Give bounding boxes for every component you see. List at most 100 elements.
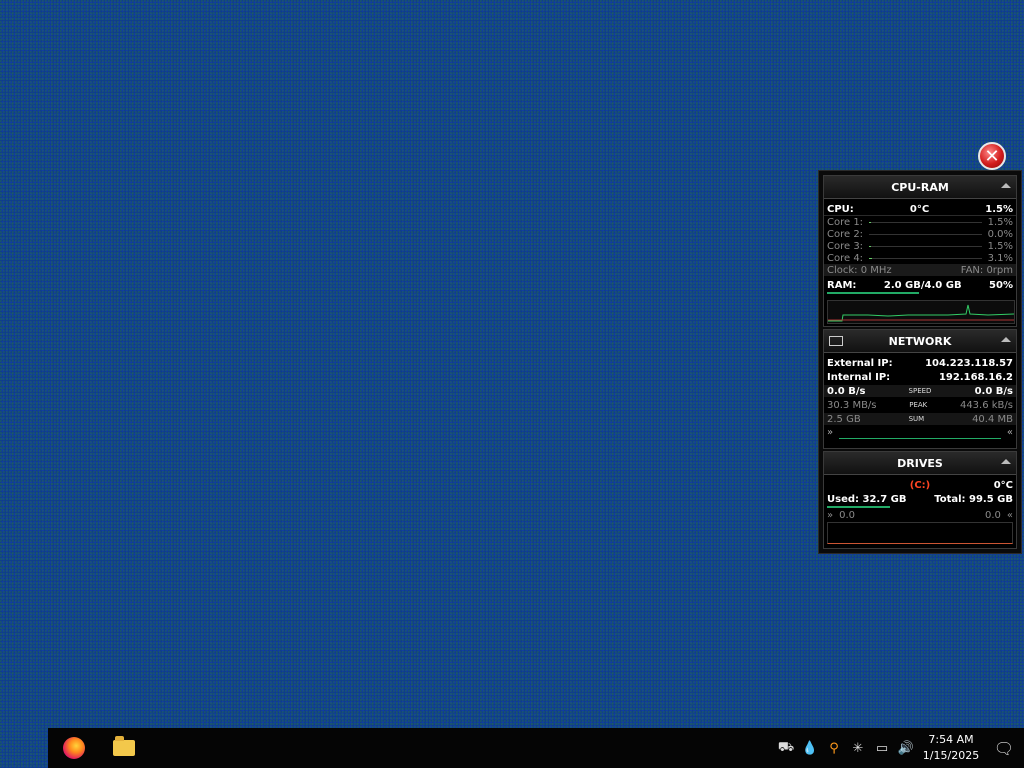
- core-row: Core 3: 1.5%: [824, 240, 1016, 252]
- drive-temp: 0°C: [993, 479, 1014, 491]
- core-row: Core 4: 3.1%: [824, 252, 1016, 264]
- system-tray: ⛟ 💧 ⚲ ✳ ▭ 🔊 7:54 AM 1/15/2025 🗨: [774, 728, 1024, 768]
- clock-time: 7:54 AM: [928, 733, 974, 746]
- drive-total: Total: 99.5 GB: [934, 493, 1013, 505]
- cpu-ram-header[interactable]: CPU-RAM: [824, 176, 1016, 199]
- speed-row: 0.0 B/s SPEED 0.0 B/s: [824, 385, 1016, 397]
- network-header[interactable]: NETWORK: [824, 330, 1016, 353]
- internal-ip-label: Internal IP:: [827, 371, 891, 383]
- external-ip-value[interactable]: 104.223.118.57: [925, 358, 1013, 369]
- sum-label: SUM: [908, 415, 925, 423]
- core-row: Core 1: 1.5%: [824, 216, 1016, 228]
- drive-read: 0.0: [839, 509, 856, 521]
- peak-down: 30.3 MB/s: [827, 399, 877, 411]
- cpu-history-graph: [827, 300, 1015, 324]
- cpu-label: CPU:: [827, 203, 854, 215]
- core-label: Core 1:: [827, 216, 864, 228]
- ram-value: 2.0 GB/4.0 GB: [883, 279, 962, 291]
- internal-ip-row: Internal IP: 192.168.16.2: [824, 371, 1016, 383]
- firefox-icon: [63, 737, 85, 759]
- sum-row: 2.5 GB SUM 40.4 MB: [824, 413, 1016, 425]
- ram-label: RAM:: [827, 279, 857, 291]
- sum-down: 2.5 GB: [827, 413, 861, 425]
- drives-header[interactable]: DRIVES: [824, 452, 1016, 475]
- droplet-icon[interactable]: 💧: [798, 728, 822, 768]
- taskbar: ⛟ 💧 ⚲ ✳ ▭ 🔊 7:54 AM 1/15/2025 🗨: [48, 728, 1024, 768]
- collapse-icon[interactable]: [1001, 183, 1011, 188]
- network-title: NETWORK: [888, 334, 952, 348]
- drive-usage-bar: [827, 506, 891, 508]
- network-icon[interactable]: ▭: [870, 728, 894, 768]
- peak-up: 443.6 kB/s: [959, 399, 1013, 411]
- cpu-row: CPU: 0°C 1.5%: [824, 203, 1016, 215]
- fan-speed: FAN: 0rpm: [960, 264, 1013, 276]
- volume-icon[interactable]: 🔊: [894, 728, 918, 768]
- drive-io-graph: [827, 522, 1013, 544]
- sum-up: 40.4 MB: [972, 413, 1013, 425]
- core-bar: [869, 257, 982, 259]
- file-explorer-taskbar-button[interactable]: [104, 728, 144, 768]
- drive-io-row: » 0.0 0.0 «: [824, 509, 1016, 521]
- collapse-icon[interactable]: [1001, 337, 1011, 342]
- core-bar: [869, 221, 982, 223]
- drive-read-icon: »: [827, 509, 834, 521]
- system-monitor-gadget: CPU-RAM CPU: 0°C 1.5% Core 1: 1.5% Core …: [818, 170, 1022, 554]
- ram-percent: 50%: [989, 279, 1013, 291]
- speed-up: 0.0 B/s: [974, 385, 1013, 397]
- core-label: Core 4:: [827, 252, 864, 264]
- notification-center-icon[interactable]: 🗨: [984, 728, 1024, 768]
- core-value: 1.5%: [987, 216, 1013, 228]
- external-ip-label: External IP:: [827, 357, 893, 369]
- external-ip-row: External IP: 104.223.118.57: [824, 357, 1016, 369]
- folder-icon: [113, 736, 135, 756]
- ram-usage-bar: [827, 292, 920, 294]
- clock-fan-row: Clock: 0 MHz FAN: 0rpm: [824, 264, 1016, 276]
- peak-row: 30.3 MB/s PEAK 443.6 kB/s: [824, 399, 1016, 411]
- core-value: 1.5%: [987, 240, 1013, 252]
- speed-label: SPEED: [908, 387, 932, 395]
- core-value: 3.1%: [987, 252, 1013, 264]
- drive-row: (C:) 0°C: [824, 479, 1016, 491]
- core-label: Core 3:: [827, 240, 864, 252]
- core-row: Core 2: 0.0%: [824, 228, 1016, 240]
- cpu-usage: 1.5%: [985, 203, 1013, 215]
- core-fill: [869, 245, 872, 247]
- core-bar: [869, 233, 982, 235]
- drives-section: DRIVES (C:) 0°C Used: 32.7 GB Total: 99.…: [823, 451, 1017, 549]
- search-magnifier-icon[interactable]: ⚲: [822, 728, 846, 768]
- download-arrow-icon: »: [827, 426, 834, 438]
- network-section: NETWORK External IP: 104.223.118.57 Inte…: [823, 329, 1017, 449]
- core-fill: [869, 221, 872, 223]
- ram-row: RAM: 2.0 GB/4.0 GB 50%: [824, 279, 1016, 291]
- drives-title: DRIVES: [897, 456, 943, 470]
- clock-date: 1/15/2025: [922, 749, 980, 762]
- monitor-icon: [829, 336, 843, 346]
- snowflake-icon[interactable]: ✳: [846, 728, 870, 768]
- close-icon: ✕: [984, 145, 1000, 167]
- drive-usage-row: Used: 32.7 GB Total: 99.5 GB: [824, 493, 1016, 505]
- internal-ip-value[interactable]: 192.168.16.2: [939, 372, 1013, 383]
- speed-down: 0.0 B/s: [827, 385, 866, 397]
- network-graph-row: » «: [824, 425, 1016, 439]
- core-value: 0.0%: [987, 228, 1013, 240]
- core-label: Core 2:: [827, 228, 864, 240]
- drive-write-icon: «: [1006, 509, 1013, 521]
- firefox-taskbar-button[interactable]: [54, 728, 94, 768]
- network-activity-bars: [839, 426, 1001, 439]
- upload-arrow-icon: «: [1006, 426, 1013, 438]
- drive-used: Used: 32.7 GB: [827, 493, 907, 505]
- clock[interactable]: 7:54 AM 1/15/2025: [918, 732, 984, 764]
- drive-write: 0.0: [984, 509, 1001, 521]
- cpu-temp: 0°C: [909, 203, 930, 215]
- cpu-graph-svg: [828, 304, 1014, 322]
- gadget-close-button[interactable]: ✕: [978, 142, 1006, 170]
- clock-speed: Clock: 0 MHz: [827, 264, 892, 276]
- peak-label: PEAK: [909, 401, 928, 409]
- cpu-history-line: [828, 304, 1014, 322]
- core-fill: [869, 257, 873, 259]
- drive-letter[interactable]: (C:): [910, 480, 930, 491]
- core-bar: [869, 245, 982, 247]
- network-people-icon[interactable]: ⛟: [774, 728, 798, 768]
- cpu-ram-title: CPU-RAM: [891, 180, 949, 194]
- collapse-icon[interactable]: [1001, 459, 1011, 464]
